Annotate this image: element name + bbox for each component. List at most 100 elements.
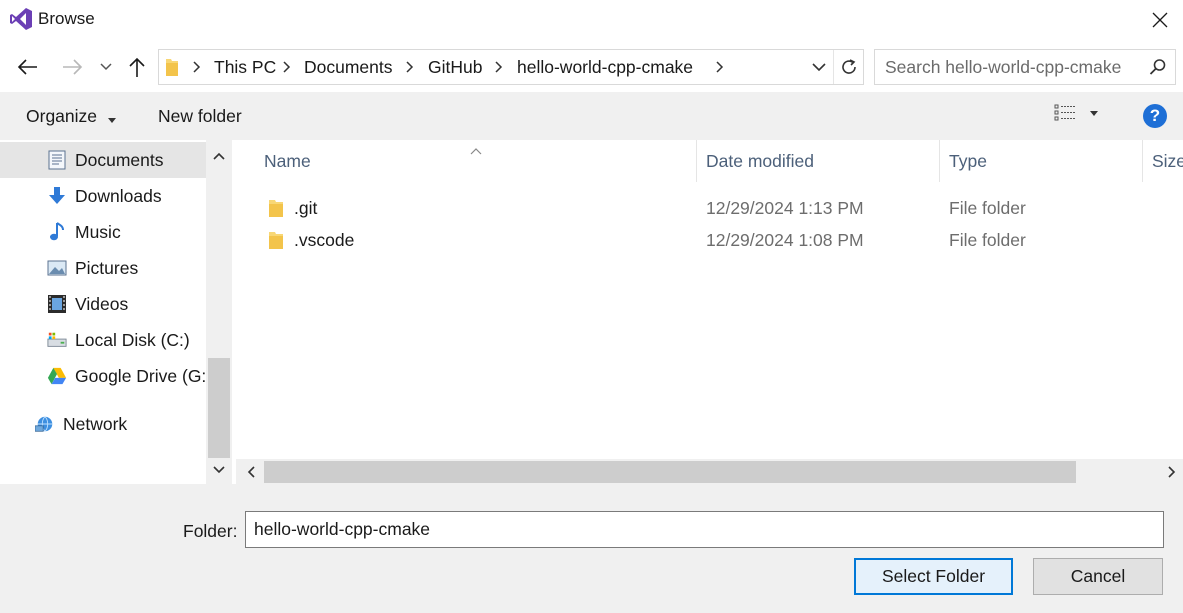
nav-label: Videos (75, 294, 129, 314)
file-date: 12/29/2024 1:08 PM (706, 230, 864, 250)
list-horizontal-scrollbar[interactable] (236, 459, 1183, 485)
up-button[interactable] (124, 52, 150, 82)
nav-item-network[interactable]: Network (0, 406, 206, 442)
scroll-down-button[interactable] (206, 458, 232, 482)
file-type: File folder (949, 198, 1026, 218)
address-history-button[interactable] (807, 50, 831, 84)
nav-label: Documents (75, 150, 164, 170)
caret-down-icon (1090, 110, 1098, 116)
column-header-size[interactable]: Size (1152, 140, 1183, 182)
nav-label: Google Drive (G: (75, 366, 207, 386)
nav-label: Pictures (75, 258, 139, 278)
scroll-thumb[interactable] (208, 358, 230, 458)
refresh-button[interactable] (833, 50, 863, 84)
file-list: Name Date modified Type Size .git 12/29/… (236, 140, 1183, 485)
nav-item-pictures[interactable]: Pictures (0, 250, 206, 286)
select-folder-button[interactable]: Select Folder (854, 558, 1013, 595)
music-icon (47, 222, 67, 242)
videos-icon (47, 294, 67, 314)
chevron-right-icon (1168, 466, 1176, 478)
organize-menu[interactable]: Organize (26, 106, 116, 128)
close-button[interactable] (1137, 0, 1183, 40)
downloads-icon (47, 186, 67, 206)
arrow-right-icon (63, 59, 83, 75)
navigation-row: This PC Documents GitHub hello-world-cpp… (0, 44, 1183, 90)
chevron-up-icon (213, 152, 225, 160)
column-header-date[interactable]: Date modified (706, 140, 814, 182)
column-divider[interactable] (1142, 140, 1143, 182)
breadcrumb-current-folder[interactable]: hello-world-cpp-cmake (517, 50, 693, 84)
search-box[interactable] (874, 49, 1176, 85)
change-view-button[interactable] (1054, 104, 1098, 122)
nav-item-downloads[interactable]: Downloads (0, 178, 206, 214)
folder-name-input[interactable] (245, 511, 1164, 548)
nav-item-documents[interactable]: Documents (0, 142, 206, 178)
nav-label: Local Disk (C:) (75, 330, 190, 350)
address-bar[interactable]: This PC Documents GitHub hello-world-cpp… (158, 49, 864, 85)
local-disk-icon (47, 330, 67, 350)
file-name: .git (294, 198, 318, 218)
arrow-left-icon (17, 59, 37, 75)
nav-vertical-scrollbar[interactable] (206, 140, 232, 484)
nav-label: Downloads (75, 186, 162, 206)
chevron-down-icon (812, 62, 826, 71)
search-input[interactable] (875, 50, 1143, 84)
breadcrumb-this-pc[interactable]: This PC (214, 50, 276, 84)
nav-label: Music (75, 222, 121, 242)
column-divider[interactable] (939, 140, 940, 182)
refresh-icon (841, 59, 856, 74)
forward-button[interactable] (58, 52, 88, 82)
table-row[interactable]: .vscode 12/29/2024 1:08 PM File folder (236, 224, 1183, 256)
command-bar: Organize New folder ? (0, 92, 1183, 140)
window-title: Browse (38, 9, 95, 28)
visual-studio-icon (8, 6, 34, 32)
help-button[interactable]: ? (1143, 104, 1167, 128)
chevron-right-icon[interactable] (495, 50, 503, 84)
close-icon (1152, 12, 1168, 28)
chevron-down-icon (100, 63, 112, 71)
scroll-left-button[interactable] (240, 459, 262, 485)
column-divider[interactable] (696, 140, 697, 182)
chevron-right-icon[interactable] (283, 50, 291, 84)
chevron-down-icon (213, 466, 225, 474)
scroll-thumb[interactable] (264, 461, 1076, 483)
table-row[interactable]: .git 12/29/2024 1:13 PM File folder (236, 192, 1183, 224)
chevron-left-icon (247, 466, 255, 478)
nav-item-videos[interactable]: Videos (0, 286, 206, 322)
nav-item-local-disk[interactable]: Local Disk (C:) (0, 322, 206, 358)
recent-locations-button[interactable] (96, 52, 116, 82)
scroll-up-button[interactable] (206, 144, 232, 168)
file-type: File folder (949, 230, 1026, 250)
search-icon[interactable] (1149, 58, 1167, 81)
documents-icon (47, 150, 67, 170)
dialog-footer: Folder: Select Folder Cancel (0, 484, 1183, 613)
new-folder-button[interactable]: New folder (158, 106, 242, 127)
file-date: 12/29/2024 1:13 PM (706, 198, 864, 218)
column-header-name[interactable]: Name (264, 140, 311, 182)
sort-ascending-icon (470, 140, 482, 160)
cancel-button[interactable]: Cancel (1033, 558, 1163, 595)
folder-icon (165, 57, 179, 82)
folder-label: Folder: (183, 521, 238, 541)
folder-icon (268, 198, 284, 223)
network-icon (35, 414, 55, 434)
breadcrumb-documents[interactable]: Documents (304, 50, 393, 84)
nav-item-google-drive[interactable]: Google Drive (G: (0, 358, 206, 394)
nav-label: Network (63, 414, 128, 434)
organize-label: Organize (26, 106, 98, 126)
scroll-right-button[interactable] (1161, 459, 1183, 485)
breadcrumb-github[interactable]: GitHub (428, 50, 482, 84)
google-drive-icon (47, 366, 67, 386)
chevron-right-icon[interactable] (406, 50, 414, 84)
nav-item-music[interactable]: Music (0, 214, 206, 250)
arrow-up-icon (129, 57, 145, 77)
title-bar: Browse (0, 0, 1183, 40)
pictures-icon (47, 258, 67, 278)
folder-icon (268, 230, 284, 255)
caret-down-icon (107, 107, 116, 128)
column-header-type[interactable]: Type (949, 140, 987, 182)
chevron-right-icon[interactable] (193, 50, 201, 84)
back-button[interactable] (12, 52, 42, 82)
details-view-icon (1054, 104, 1075, 121)
chevron-right-icon[interactable] (716, 50, 724, 84)
